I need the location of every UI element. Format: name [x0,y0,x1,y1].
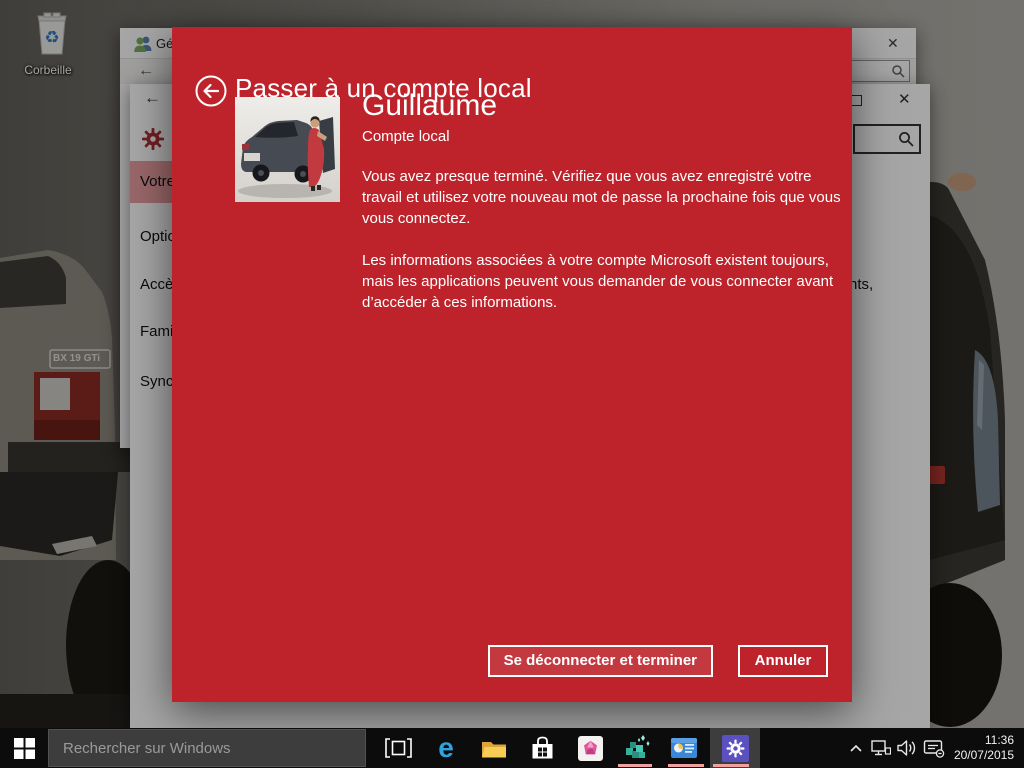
volume-icon [897,739,917,757]
search-input[interactable] [49,730,365,766]
action-center-icon [923,739,945,758]
file-explorer-button[interactable] [474,728,514,768]
network-icon [871,739,891,757]
teal-app-icon [622,734,650,762]
blue-app-icon [671,738,697,758]
edge-button[interactable]: e [426,728,466,768]
tray-expand-button[interactable] [845,728,867,768]
back-arrow-circle-icon[interactable] [194,74,228,108]
taskbar-search-box[interactable] [48,729,366,767]
volume-tray-button[interactable] [894,728,920,768]
dialog-buttons: Se déconnecter et terminer Annuler [488,645,828,677]
running-indicator [713,764,749,767]
taskbar: e [0,728,1024,768]
store-button[interactable] [522,728,562,768]
cancel-button[interactable]: Annuler [738,645,828,677]
start-button[interactable] [0,728,48,768]
clock-date: 20/07/2015 [944,748,1014,763]
dialog-paragraph-1: Vous avez presque terminé. Vérifiez que … [362,166,854,229]
screen: BX 19 GTi ♻ Corbeille Gé ✕ ← [0,0,1024,768]
pink-app-icon [578,736,603,761]
chevron-up-icon [849,742,863,754]
sign-out-and-finish-button[interactable]: Se déconnecter et terminer [488,645,713,677]
taskbar-clock[interactable]: 11:36 20/07/2015 [944,733,1014,763]
running-indicator [618,764,652,767]
blue-app-button[interactable] [664,728,704,768]
edge-icon: e [438,732,454,764]
pink-app-button[interactable] [570,728,610,768]
account-picture [235,97,340,202]
switch-local-account-dialog: Passer à un compte local Guillaume Comp [172,27,852,702]
running-indicator [668,764,704,767]
dialog-paragraph-2: Les informations associées à votre compt… [362,250,854,313]
task-view-icon [385,738,412,758]
settings-icon [722,735,749,762]
teal-app-button[interactable] [616,728,656,768]
start-icon [14,738,35,759]
settings-app-button[interactable] [710,728,760,768]
store-icon [530,736,555,760]
account-type: Compte local [362,128,450,145]
file-explorer-icon [481,738,507,759]
task-view-button[interactable] [378,728,418,768]
account-name: Guillaume [362,89,497,123]
network-tray-button[interactable] [869,728,893,768]
clock-time: 11:36 [944,733,1014,748]
